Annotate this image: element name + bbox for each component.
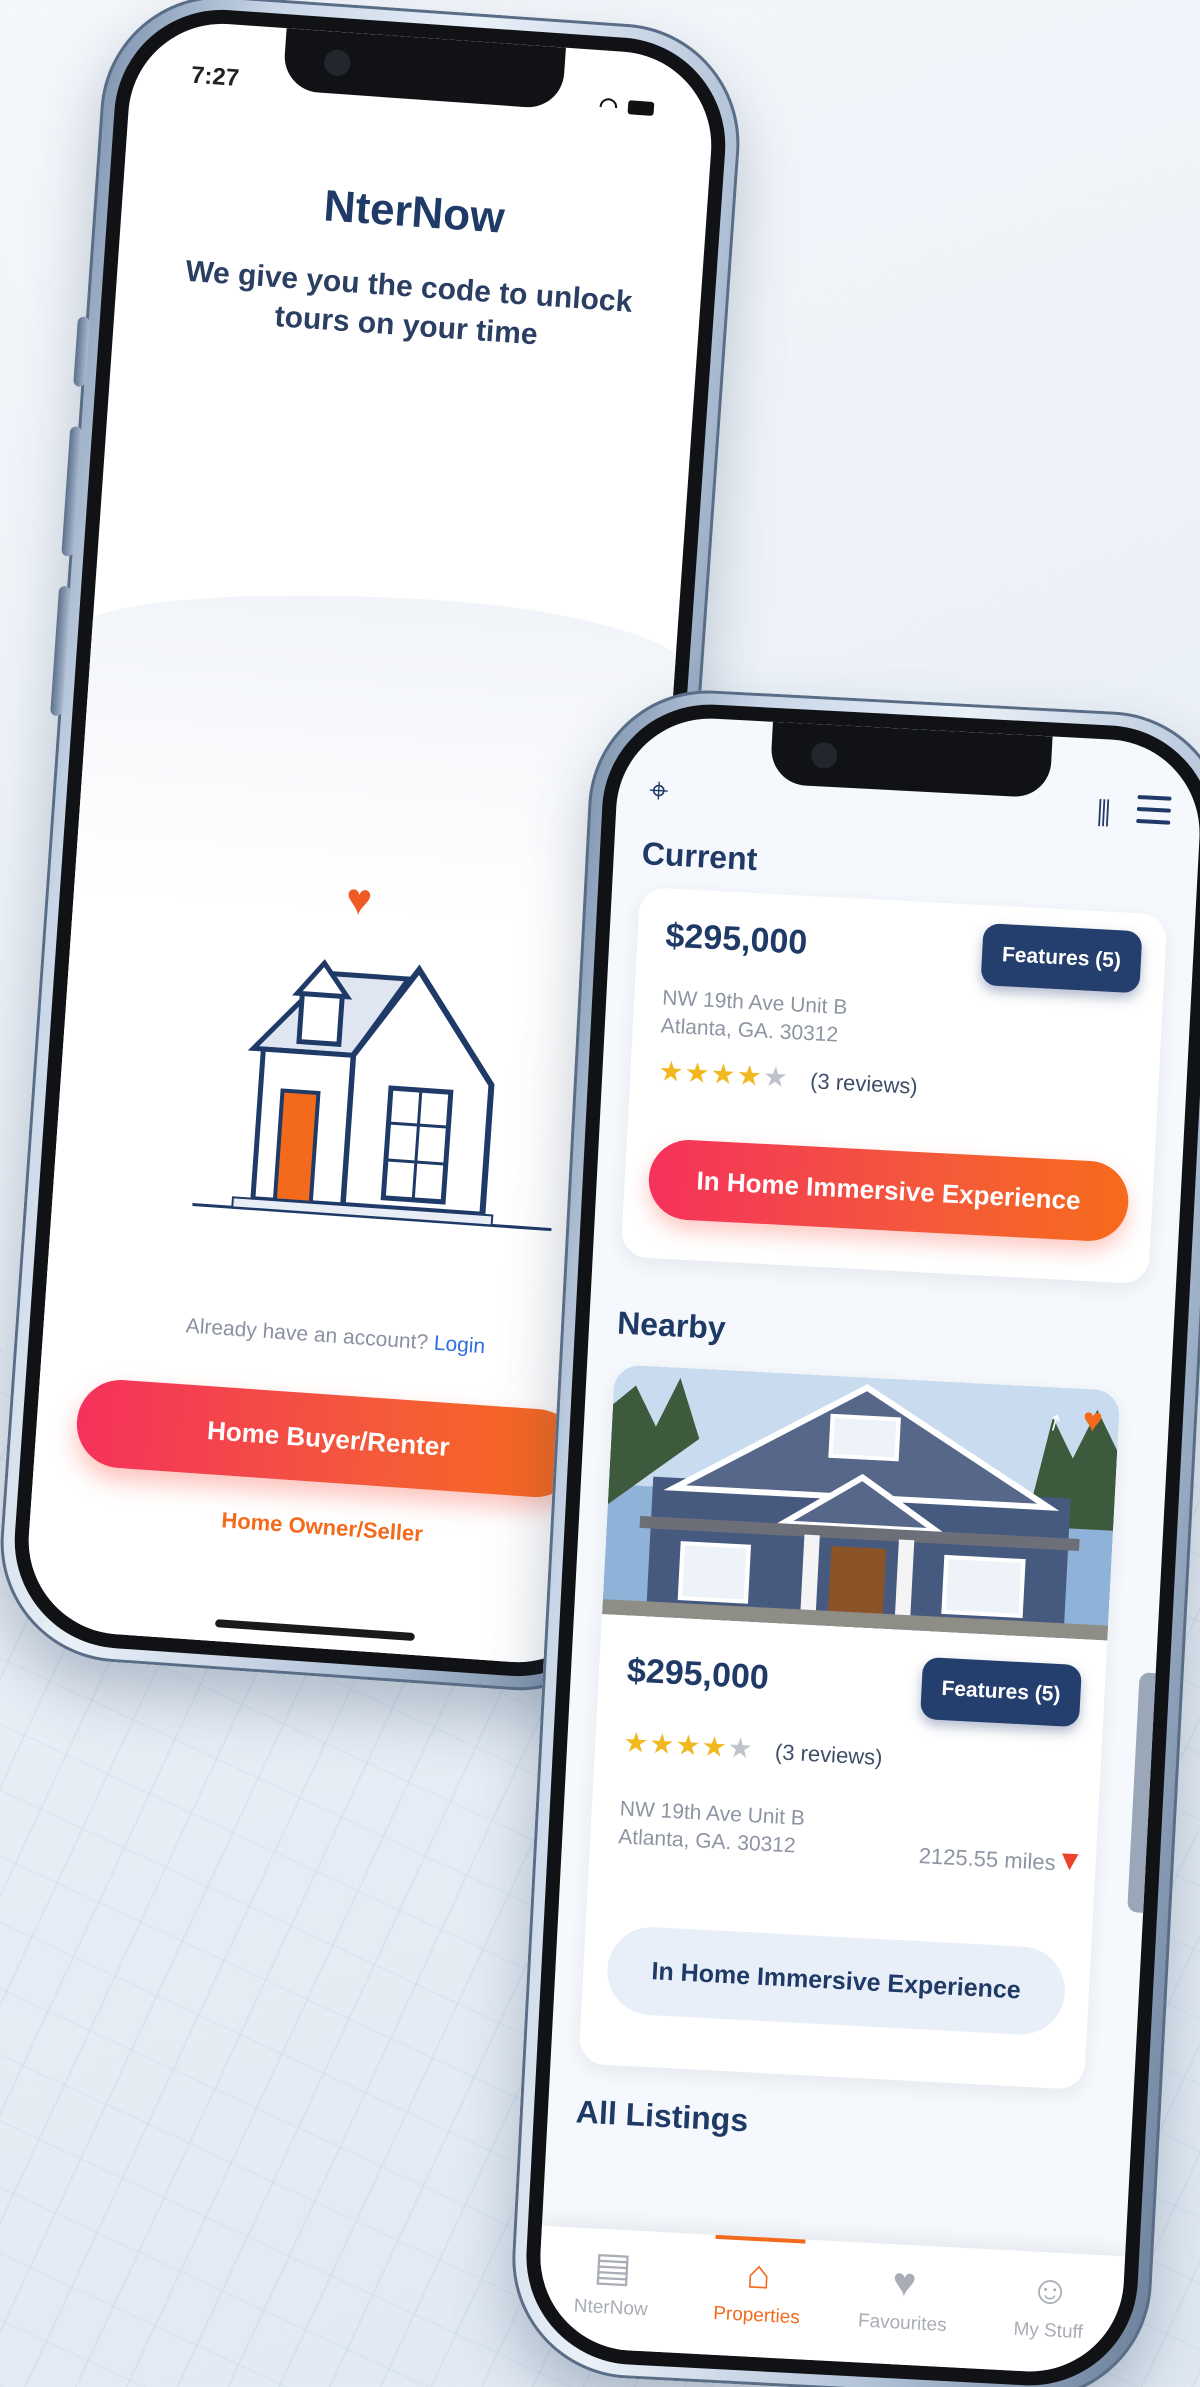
favourite-icon[interactable]: ♥	[1082, 1401, 1104, 1441]
current-features-button[interactable]: Features (5)	[980, 923, 1143, 994]
current-star-rating: ★★★★★	[658, 1054, 790, 1094]
battery-icon	[627, 100, 655, 116]
houses-icon: ⌂	[745, 2252, 772, 2298]
tab-properties[interactable]: ⌂ Properties	[691, 2248, 825, 2331]
properties-screen: ⌖ ⫼ Current $295,000 Features (5) NW 19t…	[535, 713, 1200, 2377]
house-photo	[602, 1364, 1121, 1641]
nearby-distance: 2125.55 miles	[918, 1842, 1057, 1876]
nearby-address: NW 19th Ave Unit B Atlanta, GA. 30312	[618, 1795, 806, 1861]
front-camera	[810, 741, 838, 770]
front-camera	[323, 48, 352, 77]
volume-up-button	[61, 426, 83, 557]
all-listings-title: All Listings	[575, 2093, 750, 2139]
tab-label: My Stuff	[1012, 2318, 1084, 2344]
wifi-icon: ◠	[597, 92, 619, 119]
status-icons: ◠	[597, 92, 655, 120]
star-icon: ★	[700, 1730, 729, 1763]
status-time: 7:27	[190, 61, 240, 92]
star-icon: ★	[709, 1058, 738, 1091]
user-icon: ☺	[1028, 2267, 1072, 2314]
app-title: NterNow	[322, 181, 507, 243]
mute-switch	[73, 316, 90, 388]
nearby-features-button[interactable]: Features (5)	[919, 1656, 1082, 1728]
volume-down-button	[50, 585, 72, 717]
current-reviews[interactable]: (3 reviews)	[810, 1068, 919, 1100]
star-icon: ★	[674, 1729, 703, 1762]
current-immersive-button[interactable]: In Home Immersive Experience	[646, 1137, 1131, 1243]
share-icon[interactable]: ⭎	[1050, 1403, 1062, 1438]
listing-photo[interactable]: ⭎ ♥	[602, 1364, 1121, 1641]
nternow-icon: ▤	[592, 2244, 633, 2291]
heart-icon: ♥	[344, 874, 374, 926]
nearby-star-rating: ★★★★★	[622, 1725, 755, 1765]
current-listing-card[interactable]: $295,000 Features (5) NW 19th Ave Unit B…	[620, 887, 1168, 1285]
phone-properties-screen: ⌖ ⫼ Current $295,000 Features (5) NW 19t…	[506, 684, 1200, 2387]
menu-icon[interactable]	[1136, 794, 1172, 827]
location-pin-icon[interactable]: ▼	[1055, 1844, 1084, 1877]
nearby-immersive-button[interactable]: In Home Immersive Experience	[605, 1924, 1068, 2037]
tab-label: Favourites	[857, 2310, 948, 2337]
login-link[interactable]: Login	[433, 1332, 486, 1359]
star-icon: ★	[683, 1056, 712, 1089]
tab-my-stuff[interactable]: ☺ My Stuff	[983, 2263, 1117, 2346]
nearby-reviews[interactable]: (3 reviews)	[774, 1739, 883, 1771]
nearby-price: $295,000	[626, 1651, 770, 1697]
nearby-section-title: Nearby	[616, 1304, 727, 1347]
star-icon: ★	[657, 1055, 686, 1088]
tab-favourites[interactable]: ♥ Favourites	[837, 2255, 971, 2338]
current-section-title: Current	[640, 835, 759, 878]
star-icon: ★	[762, 1060, 790, 1094]
current-price: $295,000	[664, 916, 809, 962]
properties-feed[interactable]: Current $295,000 Features (5) NW 19th Av…	[541, 824, 1198, 2267]
nearby-listing-card[interactable]: ⭎ ♥ $295,000 Features (5) ★★★★★ (3 revie…	[578, 1364, 1121, 2090]
filter-icon[interactable]: ⫼	[1096, 797, 1112, 832]
tagline: We give you the code to unlock tours on …	[184, 254, 634, 352]
current-address: NW 19th Ave Unit B Atlanta, GA. 30312	[660, 984, 848, 1050]
tab-label: Properties	[712, 2302, 801, 2329]
map-icon[interactable]: ⌖	[648, 771, 669, 811]
heart-icon: ♥	[891, 2260, 918, 2306]
tab-nternow[interactable]: ▤ NterNow	[545, 2240, 679, 2323]
star-icon: ★	[622, 1726, 651, 1759]
star-icon: ★	[648, 1727, 677, 1761]
star-icon: ★	[735, 1059, 764, 1092]
house-illustration	[192, 959, 552, 1232]
star-icon: ★	[726, 1731, 755, 1765]
tab-label: NterNow	[573, 2295, 649, 2321]
